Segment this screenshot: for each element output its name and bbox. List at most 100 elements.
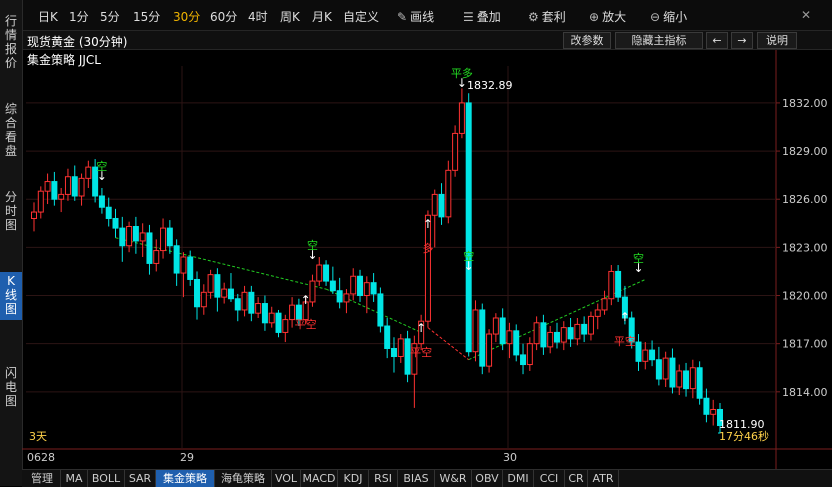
indicator-tab-13[interactable]: DMI xyxy=(503,470,534,487)
arrow-down-icon: ↓ xyxy=(97,169,107,183)
indicator-tab-0[interactable]: 管理 xyxy=(24,470,61,487)
indicator-tab-3[interactable]: SAR xyxy=(125,470,156,487)
candle-body xyxy=(146,232,153,264)
candle-body xyxy=(506,330,513,345)
candle-body xyxy=(676,370,683,388)
candle-body xyxy=(214,274,221,298)
candle-body xyxy=(126,226,133,247)
arrow-down-icon: ↓ xyxy=(633,261,643,275)
candle-body xyxy=(139,232,146,242)
candle-body xyxy=(520,354,527,366)
candle-body xyxy=(31,211,37,219)
indicator-tab-2[interactable]: BOLL xyxy=(88,470,125,487)
candle-body xyxy=(635,341,642,362)
candle-body xyxy=(180,256,187,274)
candle-body xyxy=(200,291,207,308)
candle-body xyxy=(105,206,112,219)
arrow-up-icon: ↑ xyxy=(620,310,630,324)
candle-body xyxy=(479,309,486,367)
arrow-down-icon: ↓ xyxy=(457,76,467,90)
candle-body xyxy=(533,322,540,345)
candle-body xyxy=(431,193,438,216)
candle-body xyxy=(357,275,364,297)
candle-body xyxy=(98,195,105,208)
candle-body xyxy=(492,317,499,335)
indicator-tab-8[interactable]: KDJ xyxy=(338,470,369,487)
candle-body xyxy=(390,347,397,358)
candle-body xyxy=(309,280,316,303)
candle-body xyxy=(112,217,119,229)
indicator-tab-4[interactable]: 集金策略 xyxy=(156,470,215,487)
signal-label: 平空 xyxy=(614,334,636,348)
candle-body xyxy=(601,298,608,311)
price-tick-label: 1814.00 xyxy=(782,386,828,399)
candle-body xyxy=(397,338,404,358)
candlestick-chart[interactable]: 1832.00 1829.00 1826.00 1823.00 1820.00 1817.… xyxy=(0,0,832,486)
candle-body xyxy=(465,102,472,353)
indicator-tab-5[interactable]: 海龟策略 xyxy=(215,470,272,487)
candle-body xyxy=(323,264,330,282)
candle-body xyxy=(370,282,377,295)
arrow-up-icon: ↑ xyxy=(301,293,311,307)
candle-body xyxy=(384,325,391,349)
indicator-tab-1[interactable]: MA xyxy=(61,470,88,487)
indicator-tab-9[interactable]: RSI xyxy=(369,470,398,487)
price-tick-label: 1829.00 xyxy=(782,145,828,158)
indicator-tab-6[interactable]: VOL xyxy=(272,470,301,487)
candle-body xyxy=(703,397,710,415)
candle-body xyxy=(472,309,479,353)
candle-body xyxy=(261,303,268,324)
date-label: 29 xyxy=(180,451,194,464)
indicator-tab-bar: 管理 MA BOLL SAR 集金策略 海龟策略 VOL MACD KDJ RSI BIAS W&R O… xyxy=(22,469,832,487)
indicator-tab-11[interactable]: W&R xyxy=(435,470,472,487)
candle-body xyxy=(64,176,71,195)
candle-body xyxy=(221,288,228,298)
indicator-tab-7[interactable]: MACD xyxy=(301,470,338,487)
candle-body xyxy=(37,190,44,213)
candle-body xyxy=(710,408,717,415)
candle-body xyxy=(343,293,350,303)
candle-body xyxy=(51,181,58,200)
signal-label: 平空 xyxy=(410,345,432,359)
candle-body xyxy=(282,319,289,333)
candle-body xyxy=(329,280,336,292)
candle-body xyxy=(655,359,662,380)
candle-body xyxy=(58,193,65,200)
candle-body xyxy=(275,312,282,333)
candle-body xyxy=(350,275,357,295)
candle-body xyxy=(248,291,255,314)
high-price-label: 1832.89 xyxy=(467,79,513,92)
candle-body xyxy=(574,323,581,340)
candle-body xyxy=(513,330,520,356)
candle-body xyxy=(594,309,601,317)
candle-body xyxy=(187,256,194,280)
candle-body xyxy=(173,245,180,274)
candle-body xyxy=(540,322,547,348)
signal-label: 平空 xyxy=(295,317,317,331)
candle-body xyxy=(615,270,622,298)
candle-body xyxy=(608,270,615,300)
indicator-tab-16[interactable]: ATR xyxy=(588,470,619,487)
candle-body xyxy=(207,274,214,293)
date-label: 30 xyxy=(503,451,517,464)
days-label: 3天 xyxy=(29,430,47,443)
candle-body xyxy=(255,303,262,314)
candle-body xyxy=(445,169,452,218)
candle-body xyxy=(234,298,241,311)
indicator-tab-14[interactable]: CCI xyxy=(534,470,565,487)
indicator-tab-12[interactable]: OBV xyxy=(472,470,503,487)
signal-label: 多 xyxy=(422,241,433,255)
candle-body xyxy=(553,331,560,343)
price-tick-label: 1826.00 xyxy=(782,193,828,206)
candle-body xyxy=(227,288,234,300)
date-label: 0628 xyxy=(27,451,55,464)
candle-body xyxy=(560,327,567,343)
candle-body xyxy=(642,349,649,362)
candle-body xyxy=(363,282,370,297)
candle-body xyxy=(526,343,533,366)
candle-body xyxy=(166,227,173,247)
indicator-tab-15[interactable]: CR xyxy=(565,470,588,487)
indicator-tab-10[interactable]: BIAS xyxy=(398,470,435,487)
candle-body xyxy=(587,315,594,335)
candle-body xyxy=(649,349,656,361)
